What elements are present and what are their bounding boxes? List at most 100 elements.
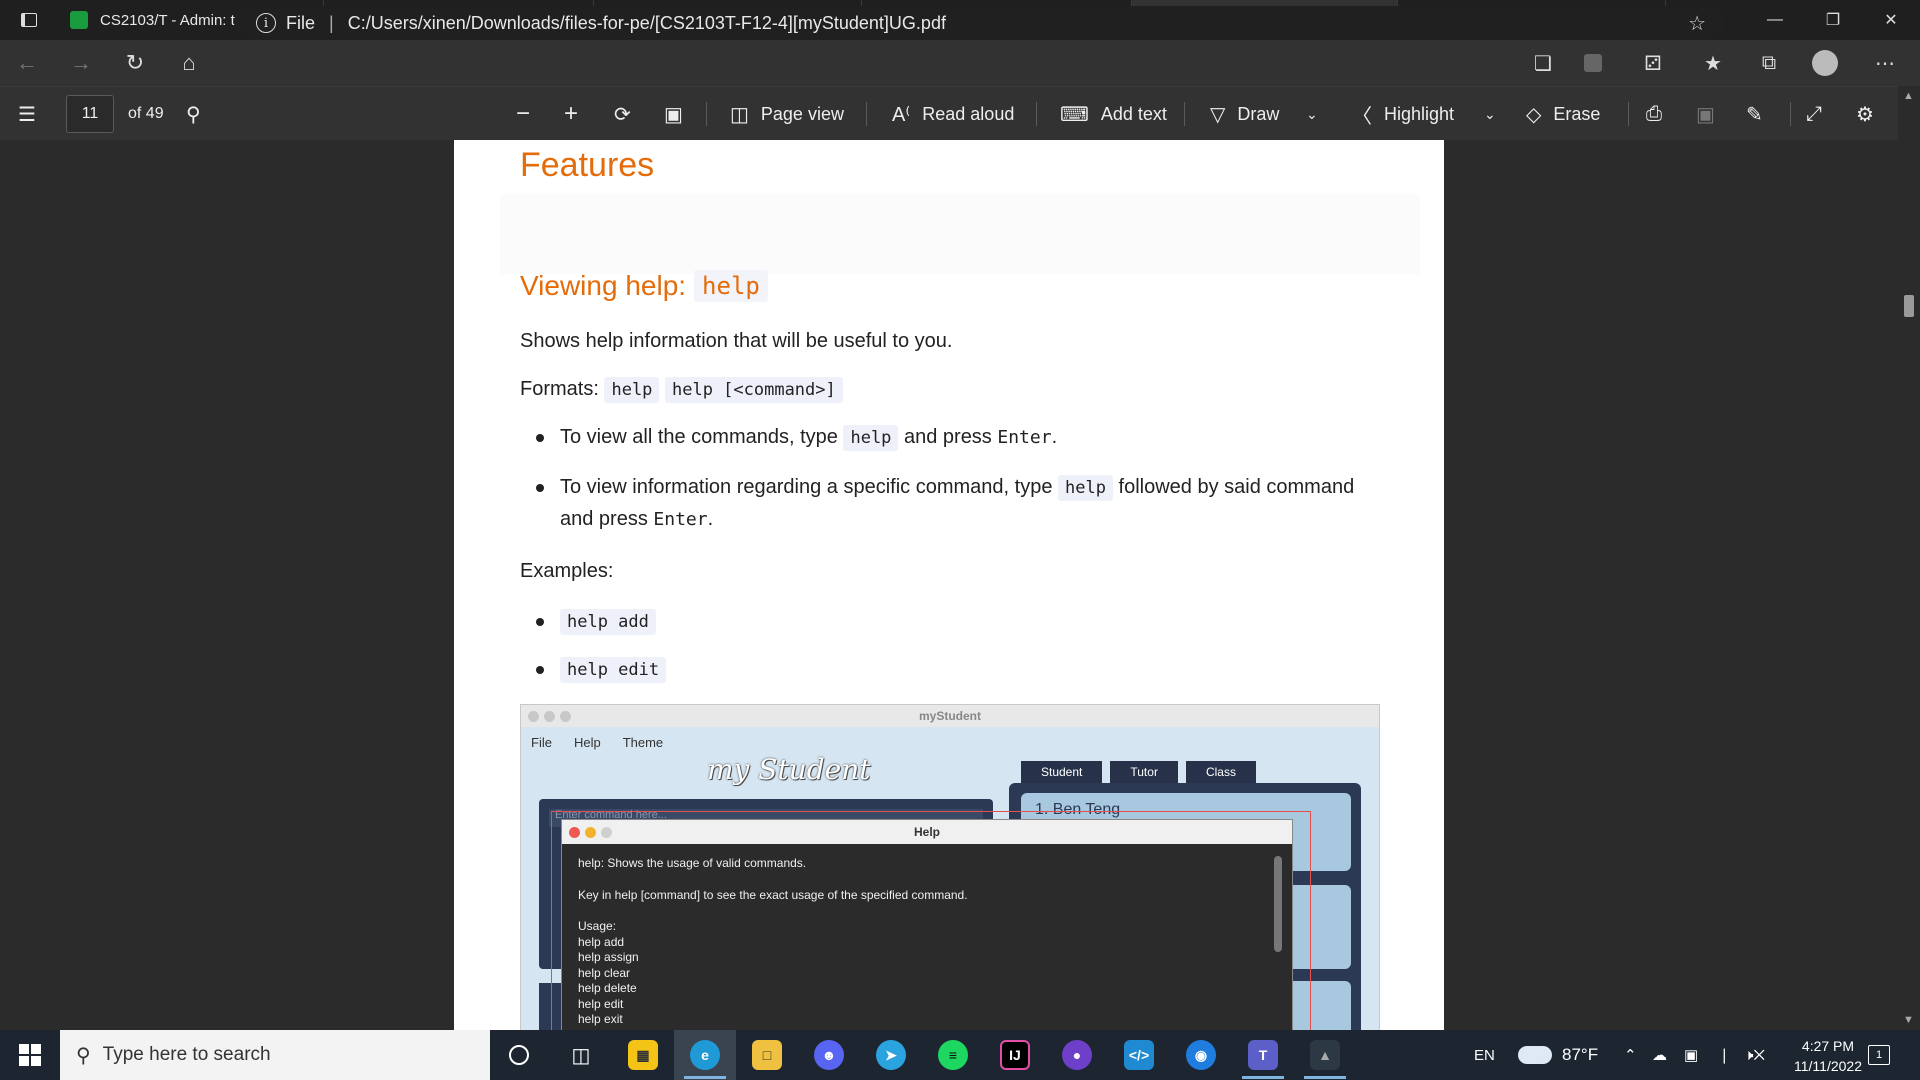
zoom-out-button[interactable]: −: [516, 87, 530, 141]
format-code: help [<command>]: [664, 377, 843, 403]
highlight-icon: 〈: [1352, 105, 1372, 128]
print-icon[interactable]: ⎙: [1646, 87, 1662, 141]
favorite-star-icon[interactable]: ☆: [1688, 11, 1706, 36]
graduation-cap-icon: [70, 11, 88, 29]
search-icon[interactable]: ⚲: [186, 87, 201, 141]
back-button[interactable]: ←: [0, 40, 54, 86]
list-item: To view information regarding a specific…: [520, 472, 1380, 535]
table-of-contents-icon[interactable]: ☰: [18, 87, 36, 141]
app-screenshot-image: myStudent File Help Theme my Student Stu…: [520, 704, 1380, 1030]
read-aloud-button[interactable]: A⁽ Read aloud: [892, 87, 1014, 141]
microsoft-store-icon[interactable]: ▦: [612, 1030, 674, 1080]
wifi-icon[interactable]: ❘: [1718, 1030, 1731, 1080]
fullscreen-icon[interactable]: ⤢: [1806, 87, 1822, 141]
collections-icon[interactable]: ⧉: [1744, 40, 1794, 86]
read-aloud-icon: A⁽: [892, 103, 911, 126]
java-app-icon[interactable]: ▲: [1294, 1030, 1356, 1080]
cloud-icon: [1518, 1046, 1552, 1064]
profile-avatar[interactable]: [1800, 40, 1850, 86]
cortana-icon[interactable]: [488, 1030, 550, 1080]
formats-line: Formats: help help [<command>]: [520, 374, 843, 406]
notification-center-icon[interactable]: 1: [1868, 1030, 1890, 1080]
draw-button[interactable]: ▽ Draw: [1210, 87, 1279, 141]
file-explorer-icon[interactable]: □: [736, 1030, 798, 1080]
pdf-toolbar: ☰ 11 of 49 ⚲ − + ⟳ ▣ ◫ Page view A⁽ Read…: [0, 86, 1920, 140]
extension-icon[interactable]: ❏: [1518, 40, 1568, 86]
taskbar-clock[interactable]: 4:27 PM 11/11/2022: [1794, 1036, 1862, 1076]
language-indicator[interactable]: EN: [1474, 1030, 1495, 1080]
favorites-icon[interactable]: ★: [1688, 40, 1738, 86]
pdf-settings-gear-icon[interactable]: ⚙: [1856, 87, 1874, 141]
address-url: C:/Users/xinen/Downloads/files-for-pe/[C…: [347, 12, 946, 33]
address-bar[interactable]: i File | C:/Users/xinen/Downloads/files-…: [234, 6, 1724, 40]
spotify-icon[interactable]: ≡: [922, 1030, 984, 1080]
tab-actions-icon: [21, 13, 37, 27]
task-view-icon[interactable]: ◫: [550, 1030, 612, 1080]
show-hidden-icons-chevron-icon[interactable]: ⌃: [1624, 1030, 1637, 1080]
page-number-input[interactable]: 11: [66, 95, 114, 133]
draw-options-chevron-icon[interactable]: ⌄: [1306, 87, 1318, 141]
features-heading: Features: [520, 146, 655, 184]
extensions-puzzle-icon[interactable]: ⚂: [1628, 40, 1678, 86]
windows-logo-icon: [19, 1044, 41, 1066]
list-item: help edit: [520, 654, 1380, 686]
fit-width-icon[interactable]: ▣: [664, 87, 683, 141]
minimize-button[interactable]: —: [1746, 0, 1804, 40]
teams-icon[interactable]: T: [1232, 1030, 1294, 1080]
eraser-icon: ◇: [1526, 103, 1542, 126]
taskbar-search-input[interactable]: ⚲ Type here to search: [60, 1030, 490, 1080]
erase-button[interactable]: ◇ Erase: [1526, 87, 1600, 141]
windows-taskbar: ⚲ Type here to search ◫ ▦ e □ ☻ ➤ ≡ IJ ●…: [0, 1030, 1920, 1080]
display-icon[interactable]: ▣: [1684, 1030, 1698, 1080]
add-text-button[interactable]: ⌨ Add text: [1060, 87, 1167, 141]
highlight-button[interactable]: 〈 Highlight: [1352, 87, 1454, 141]
home-button[interactable]: ⌂: [162, 40, 216, 86]
address-scheme-label: File: [286, 12, 316, 33]
section-heading: Viewing help: help: [520, 270, 768, 302]
draw-icon: ▽: [1210, 103, 1226, 126]
list-item: To view all the commands, type help and …: [520, 422, 1380, 454]
telegram-icon[interactable]: ➤: [860, 1030, 922, 1080]
app-window-title: myStudent: [918, 709, 981, 723]
vscode-icon[interactable]: </>: [1108, 1030, 1170, 1080]
section-heading-code: help: [694, 270, 768, 302]
forward-button[interactable]: →: [54, 40, 108, 86]
page-view-icon: ◫: [730, 103, 749, 126]
volume-muted-icon[interactable]: 🕨✕: [1744, 1030, 1765, 1080]
page-view-button[interactable]: ◫ Page view: [730, 87, 844, 141]
maps-icon[interactable]: ◉: [1170, 1030, 1232, 1080]
pdf-page: Features Viewing help: help Shows help i…: [454, 140, 1444, 1030]
format-code: help: [604, 377, 660, 403]
settings-more-icon[interactable]: ⋯: [1860, 40, 1910, 86]
add-text-icon: ⌨: [1060, 103, 1089, 126]
restore-button[interactable]: ❐: [1804, 0, 1862, 40]
zoom-in-button[interactable]: +: [564, 87, 578, 141]
github-desktop-icon[interactable]: ●: [1046, 1030, 1108, 1080]
rotate-icon[interactable]: ⟳: [614, 87, 631, 141]
edge-icon[interactable]: e: [674, 1030, 736, 1080]
section-description: Shows help information that will be usef…: [520, 330, 953, 352]
tab-actions-menu-button[interactable]: [0, 0, 58, 40]
pdf-viewer[interactable]: Features Viewing help: help Shows help i…: [0, 140, 1920, 1030]
page-total-label: of 49: [128, 105, 164, 122]
refresh-button[interactable]: ↻: [108, 40, 162, 86]
highlight-options-chevron-icon[interactable]: ⌄: [1484, 87, 1496, 141]
onedrive-status-icon[interactable]: ☁: [1652, 1030, 1667, 1080]
intellij-icon[interactable]: IJ: [984, 1030, 1046, 1080]
search-icon: ⚲: [76, 1044, 91, 1067]
start-button[interactable]: [0, 1030, 60, 1080]
scrollbar-thumb[interactable]: [1904, 295, 1914, 317]
save-icon[interactable]: ▣: [1696, 87, 1715, 141]
discord-icon[interactable]: ☻: [798, 1030, 860, 1080]
vertical-scrollbar[interactable]: ▲ ▼: [1898, 86, 1920, 1030]
extension-square-icon[interactable]: [1568, 40, 1618, 86]
close-window-button[interactable]: ✕: [1862, 0, 1920, 40]
list-item: help add: [520, 606, 1380, 638]
window-controls: — ❐ ✕: [1746, 0, 1920, 40]
help-window: Help help: Shows the usage of valid comm…: [561, 819, 1293, 1030]
site-info-icon[interactable]: i: [256, 13, 276, 33]
app-logo: my Student: [707, 753, 871, 786]
save-as-icon[interactable]: ✎: [1746, 87, 1763, 141]
examples-label: Examples:: [520, 560, 614, 582]
weather-widget[interactable]: 87°F: [1518, 1030, 1598, 1080]
